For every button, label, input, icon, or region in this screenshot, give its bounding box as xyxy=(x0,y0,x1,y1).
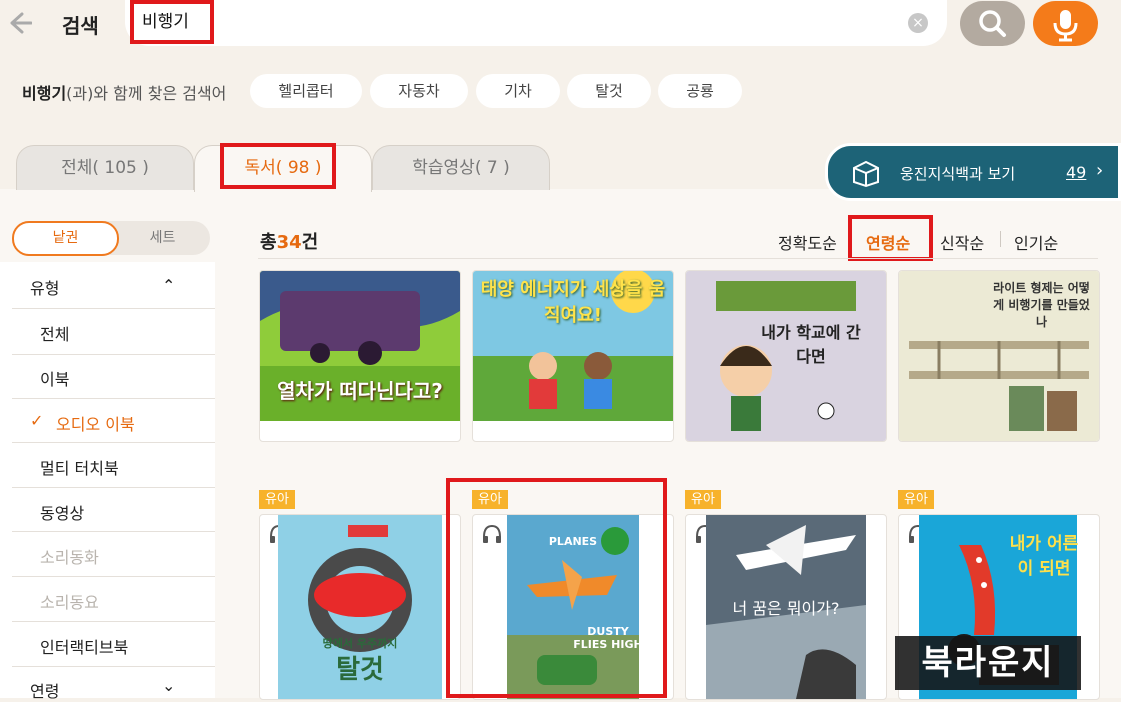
filter-item-video[interactable]: 동영상 xyxy=(40,500,84,524)
toggle-single-button[interactable]: 낱권 xyxy=(12,221,119,256)
related-suffix: (과)와 함께 찾은 검색어 xyxy=(66,84,227,103)
divider xyxy=(12,442,215,443)
filter-panel xyxy=(0,262,215,698)
total-count: 34 xyxy=(276,232,302,253)
page-title: 검색 xyxy=(62,14,99,38)
age-badge: 유아 xyxy=(685,490,721,509)
book-title: 태양 에너지가 세상을 움직여요! xyxy=(480,279,666,326)
divider xyxy=(12,398,215,399)
selected-book-highlight xyxy=(446,478,667,698)
total-prefix: 총 xyxy=(260,232,277,253)
divider xyxy=(12,666,215,667)
book-title: 내가 어른이 되면 xyxy=(1009,534,1079,579)
divider xyxy=(12,531,215,532)
chevron-up-icon[interactable]: ⌃ xyxy=(162,276,175,295)
back-arrow-icon[interactable] xyxy=(6,8,33,38)
divider xyxy=(12,621,215,622)
divider xyxy=(12,354,215,355)
related-search-label: 비행기(과)와 함께 찾은 검색어 xyxy=(22,80,226,104)
book-card[interactable]: 땅에서 우주까지 탈것 xyxy=(259,514,461,700)
filter-age-header[interactable]: 연령 xyxy=(30,678,59,702)
related-chip-car[interactable]: 자동차 xyxy=(370,74,468,108)
filter-item-multi-touch[interactable]: 멀티 터치북 xyxy=(40,455,119,479)
chevron-down-icon[interactable]: ⌄ xyxy=(162,676,175,695)
sort-age-highlight xyxy=(848,215,933,261)
related-chip-helicopter[interactable]: 헬리콥터 xyxy=(250,74,362,108)
tab-all[interactable]: 전체( 105 ) xyxy=(16,145,194,190)
chevron-right-icon: › xyxy=(1096,160,1104,181)
filter-item-all[interactable]: 전체 xyxy=(40,321,69,345)
clear-search-icon[interactable]: × xyxy=(908,13,928,33)
book-title: 내가 학교에 간다면 xyxy=(761,323,861,366)
filter-item-sound-story: 소리동화 xyxy=(40,548,99,567)
book-card[interactable]: 열차가 떠다닌다고? xyxy=(259,270,461,442)
divider xyxy=(12,308,215,309)
total-suffix: 건 xyxy=(301,232,319,253)
related-keyword: 비행기 xyxy=(22,84,67,103)
check-icon: ✓ xyxy=(30,411,44,430)
divider xyxy=(1000,231,1001,247)
book-box-icon xyxy=(853,160,879,188)
book-title: 라이트 형제는 어떻게 비행기를 만들었나 xyxy=(993,281,1090,329)
result-total: 총34건 xyxy=(260,228,318,254)
book-card[interactable]: 라이트 형제는 어떻게 비행기를 만들었나 xyxy=(898,270,1100,442)
book-card[interactable]: 내가 학교에 간다면 xyxy=(685,270,887,442)
filter-item-interactive[interactable]: 인터랙티브북 xyxy=(40,634,128,658)
age-badge: 유아 xyxy=(259,490,295,509)
sort-popular[interactable]: 인기순 xyxy=(1014,230,1058,254)
related-chip-dinosaur[interactable]: 공룡 xyxy=(658,74,742,108)
divider xyxy=(258,258,1098,259)
toggle-set-button[interactable]: 세트 xyxy=(125,221,200,255)
tab-video[interactable]: 학습영상( 7 ) xyxy=(372,145,550,190)
filter-item-ebook[interactable]: 이북 xyxy=(40,366,69,390)
search-field-container[interactable] xyxy=(125,0,947,46)
book-card[interactable]: 태양 에너지가 세상을 움직여요! xyxy=(472,270,674,442)
book-title: 탈것 xyxy=(336,655,384,685)
related-chip-train[interactable]: 기차 xyxy=(476,74,560,108)
encyclopedia-button[interactable]: 웅진지식백과 보기 49 › xyxy=(825,143,1121,201)
sort-newest[interactable]: 신작순 xyxy=(940,230,984,254)
microphone-icon xyxy=(1053,10,1078,42)
search-icon xyxy=(979,10,1006,37)
filter-item-audio-ebook[interactable]: 오디오 이북 xyxy=(56,411,135,435)
sort-accuracy[interactable]: 정확도순 xyxy=(778,230,837,254)
divider xyxy=(12,576,215,577)
watermark-logo: 북라운지 xyxy=(895,636,1081,690)
book-title: 열차가 떠다닌다고? xyxy=(277,379,443,403)
encyclopedia-count: 49 xyxy=(1066,163,1087,182)
divider xyxy=(12,487,215,488)
book-card[interactable]: 너 꿈은 뭐이가? xyxy=(685,514,887,700)
search-button[interactable] xyxy=(960,1,1025,46)
reading-tab-highlight xyxy=(220,143,336,189)
search-input[interactable]: 비행기 xyxy=(130,0,214,44)
encyclopedia-label: 웅진지식백과 보기 xyxy=(900,165,1016,183)
book-title: 너 꿈은 뭐이가? xyxy=(732,599,840,618)
voice-search-button[interactable] xyxy=(1033,1,1098,46)
age-badge: 유아 xyxy=(898,490,934,509)
filter-item-sound-song: 소리동요 xyxy=(40,593,99,612)
filter-type-header[interactable]: 유형 xyxy=(30,275,59,299)
related-chip-vehicle[interactable]: 탈것 xyxy=(567,74,651,108)
